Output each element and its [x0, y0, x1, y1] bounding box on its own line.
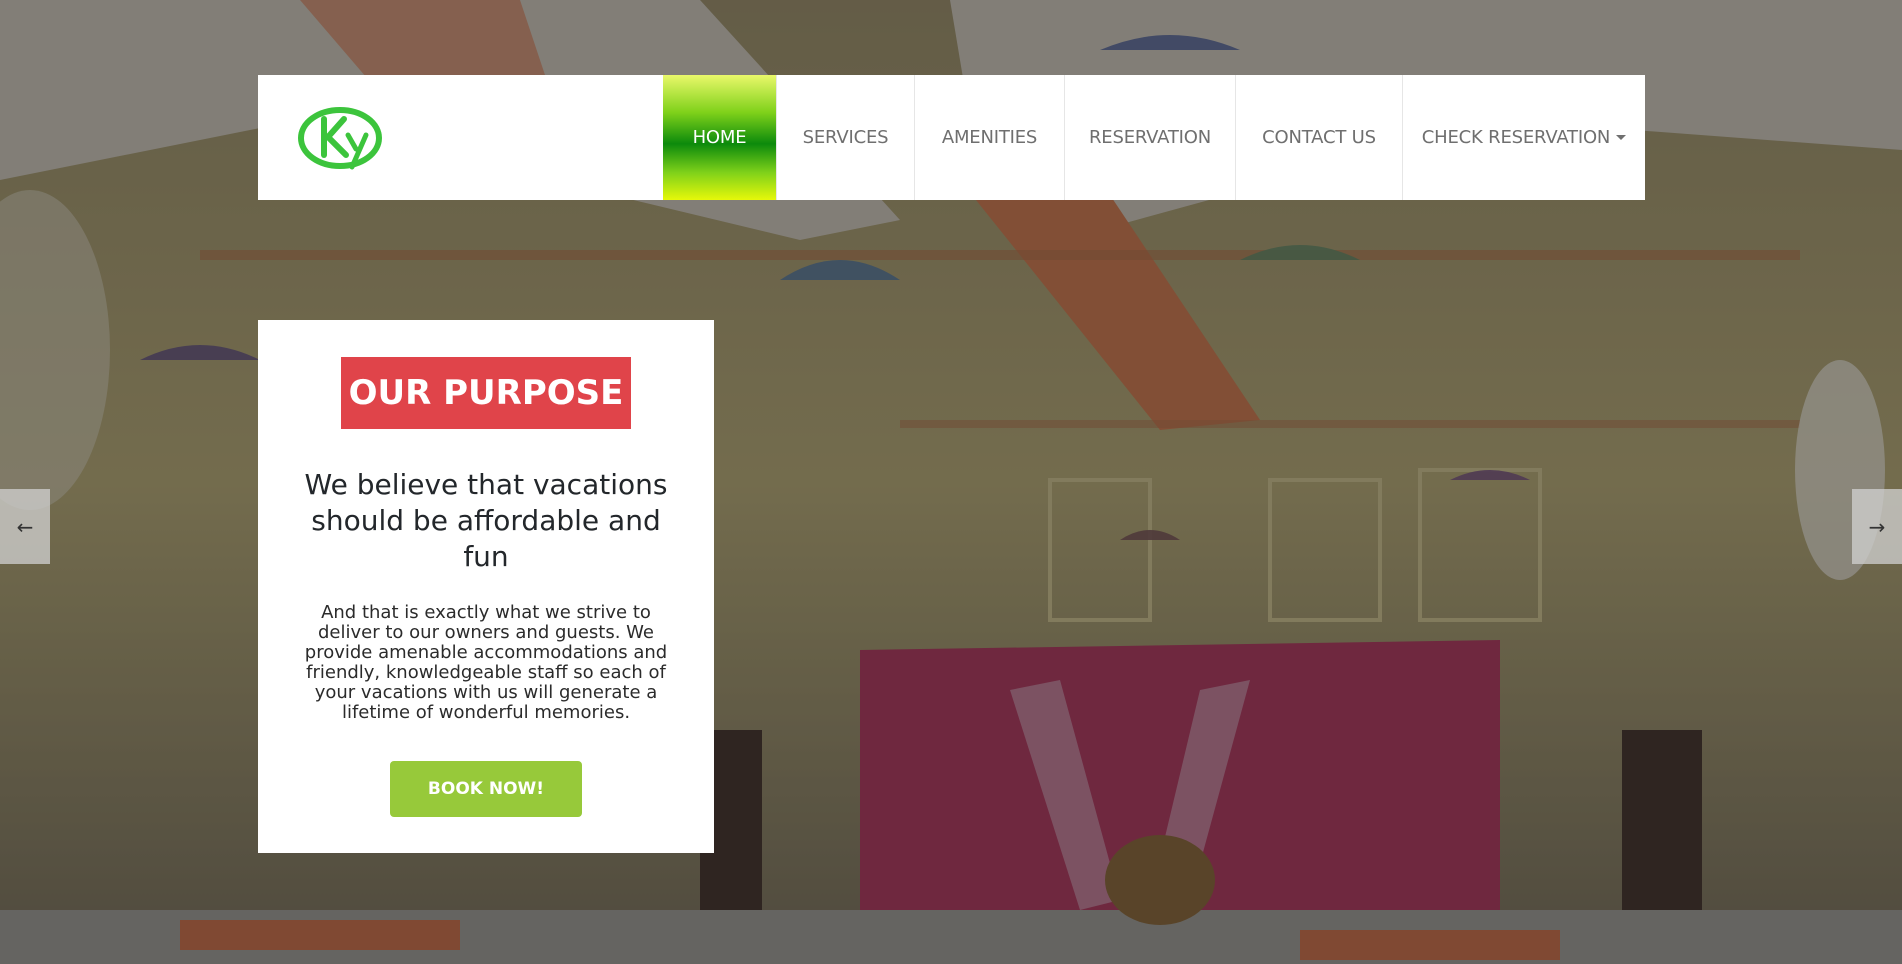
caret-down-icon [1616, 135, 1627, 140]
ky-logo-icon [298, 106, 382, 169]
main-nav: HOME SERVICES AMENITIES RESERVATION CONT… [663, 75, 1645, 200]
nav-check-reservation-label: CHECK RESERVATION [1421, 127, 1611, 148]
carousel-next-button[interactable]: → [1852, 489, 1902, 564]
nav-check-reservation-dropdown[interactable]: CHECK RESERVATION [1403, 75, 1645, 200]
nav-services-label: SERVICES [802, 127, 889, 148]
nav-amenities[interactable]: AMENITIES [915, 75, 1065, 200]
nav-home[interactable]: HOME [663, 75, 777, 200]
nav-contact-us-label: CONTACT US [1262, 127, 1376, 148]
nav-services[interactable]: SERVICES [777, 75, 915, 200]
carousel-prev-button[interactable]: ← [0, 489, 50, 564]
book-now-button[interactable]: BOOK NOW! [390, 761, 582, 817]
nav-amenities-label: AMENITIES [941, 127, 1038, 148]
arrow-right-icon: → [1868, 514, 1886, 539]
top-navbar: HOME SERVICES AMENITIES RESERVATION CONT… [258, 75, 1645, 200]
purpose-card: OUR PURPOSE We believe that vacations sh… [258, 320, 714, 853]
nav-reservation-label: RESERVATION [1088, 127, 1212, 148]
nav-reservation[interactable]: RESERVATION [1065, 75, 1236, 200]
purpose-body: And that is exactly what we strive to de… [304, 602, 668, 723]
arrow-left-icon: ← [16, 514, 34, 539]
purpose-heading: We believe that vacations should be affo… [304, 468, 668, 573]
site-logo[interactable] [258, 75, 663, 200]
nav-contact-us[interactable]: CONTACT US [1236, 75, 1403, 200]
purpose-badge: OUR PURPOSE [341, 357, 631, 429]
nav-home-label: HOME [692, 127, 747, 148]
